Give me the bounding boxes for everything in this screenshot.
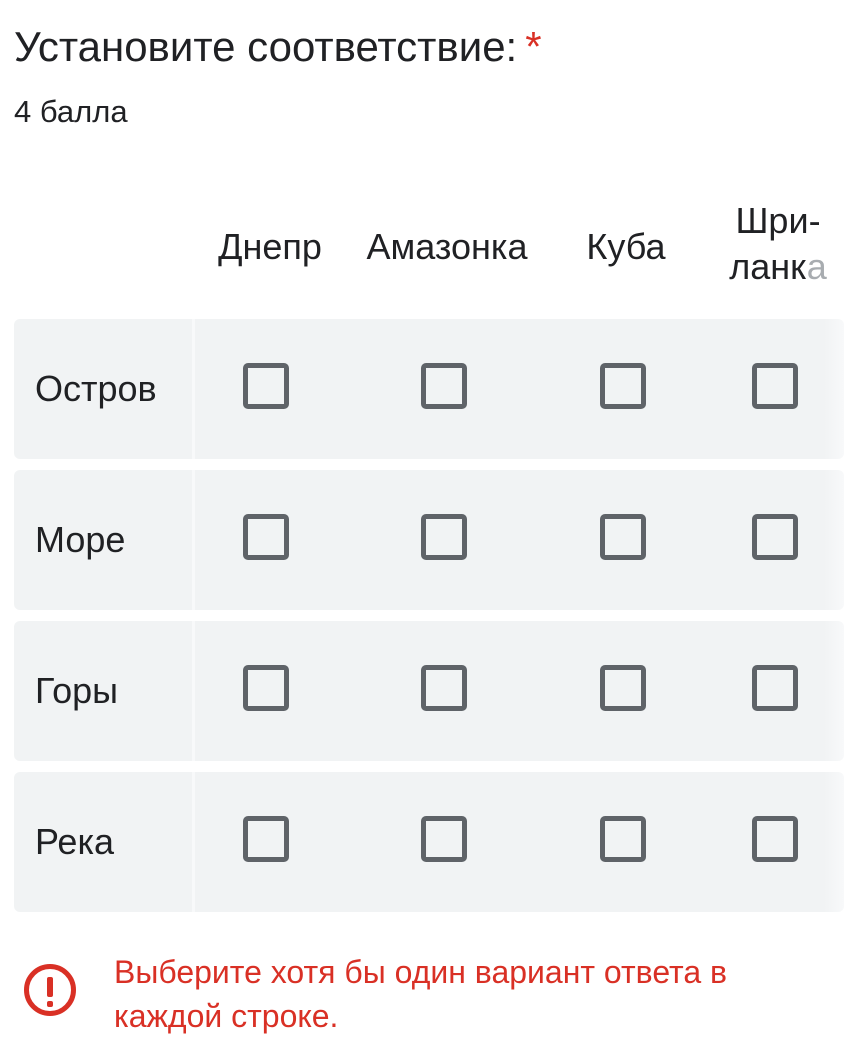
grid-row-gory: Горы bbox=[14, 621, 844, 761]
row-label-divider bbox=[192, 470, 195, 610]
column-header-amazonka: Амазонка bbox=[366, 226, 528, 267]
row-label-more: Море bbox=[35, 519, 126, 560]
grid-row-more: Море bbox=[14, 470, 844, 610]
row-label-gory: Горы bbox=[35, 670, 119, 711]
error-icon bbox=[24, 964, 76, 1016]
row-label-divider bbox=[192, 772, 195, 912]
row-label-reka: Река bbox=[35, 821, 115, 862]
column-header-shri-lanka-line2-main: ланк bbox=[729, 246, 807, 287]
grid-row-reka: Река bbox=[14, 772, 844, 912]
column-header-dnepr: Днепр bbox=[218, 226, 322, 267]
question-title-text: Установите соответствие: bbox=[14, 23, 518, 70]
checkbox-reka-kuba[interactable] bbox=[600, 816, 646, 862]
column-header-shri-lanka-line2-faded: а bbox=[806, 246, 827, 287]
error-icon-dot bbox=[47, 1001, 53, 1007]
column-header-shri-lanka-line1: Шри- bbox=[735, 200, 821, 241]
checkbox-gory-dnepr[interactable] bbox=[243, 665, 289, 711]
checkbox-ostrov-amazonka[interactable] bbox=[421, 363, 467, 409]
checkbox-reka-dnepr[interactable] bbox=[243, 816, 289, 862]
checkbox-ostrov-shri-lanka[interactable] bbox=[752, 363, 798, 409]
checkbox-ostrov-dnepr[interactable] bbox=[243, 363, 289, 409]
checkbox-more-dnepr[interactable] bbox=[243, 514, 289, 560]
required-asterisk: * bbox=[525, 23, 542, 70]
row-label-divider bbox=[192, 621, 195, 761]
points-label: 4 балла bbox=[14, 94, 128, 129]
checkbox-gory-amazonka[interactable] bbox=[421, 665, 467, 711]
grid-row-ostrov: Остров bbox=[14, 319, 844, 459]
checkbox-gory-shri-lanka[interactable] bbox=[752, 665, 798, 711]
checkbox-ostrov-kuba[interactable] bbox=[600, 363, 646, 409]
checkbox-gory-kuba[interactable] bbox=[600, 665, 646, 711]
column-header-shri-lanka: Шри- ланка bbox=[708, 198, 848, 290]
question-title: Установите соответствие: * bbox=[14, 22, 542, 72]
checkbox-more-kuba[interactable] bbox=[600, 514, 646, 560]
checkbox-more-shri-lanka[interactable] bbox=[752, 514, 798, 560]
column-header-shri-lanka-line2: ланка bbox=[708, 244, 848, 290]
checkbox-reka-amazonka[interactable] bbox=[421, 816, 467, 862]
error-icon-bar bbox=[47, 977, 53, 997]
checkbox-reka-shri-lanka[interactable] bbox=[752, 816, 798, 862]
checkbox-more-amazonka[interactable] bbox=[421, 514, 467, 560]
error-message: Выберите хотя бы один вариант ответа в к… bbox=[114, 954, 728, 1034]
column-header-kuba: Куба bbox=[586, 226, 666, 267]
row-label-divider bbox=[192, 319, 195, 459]
row-label-ostrov: Остров bbox=[35, 368, 157, 409]
